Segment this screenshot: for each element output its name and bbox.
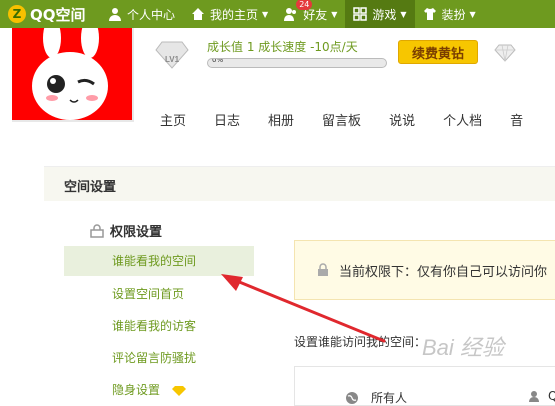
- level-diamond-icon: LV1: [155, 41, 189, 69]
- tab-profile[interactable]: 个人档: [443, 110, 482, 129]
- sidebar-item-stealth[interactable]: 隐身设置: [64, 375, 254, 405]
- growth-info: 成长值 1 成长速度 -10点/天: [207, 40, 358, 54]
- notice-text: 当前权限下：仅有你自己可以访问你: [339, 264, 548, 280]
- permission-notice: 当前权限下：仅有你自己可以访问你: [294, 240, 555, 300]
- watermark-image: Bai 经验: [422, 335, 507, 360]
- nav-games[interactable]: 游戏 ▼: [345, 0, 415, 28]
- yellow-diamond-icon: [171, 385, 186, 396]
- access-prompt: 设置谁能访问我的空间：: [294, 335, 427, 349]
- sidebar-item-who-can-view[interactable]: 谁能看我的空间: [64, 246, 254, 276]
- sidebar-item-anti-harassment[interactable]: 评论留言防骚扰: [64, 343, 254, 373]
- rabbit-avatar-image: [32, 28, 108, 120]
- shirt-icon: [423, 8, 436, 20]
- person-icon: [529, 391, 539, 402]
- sidebar-item-label: 隐身设置: [112, 383, 161, 397]
- logo-text: QQ空间: [30, 5, 86, 24]
- nav-my-homepage[interactable]: 我的主页 ▼: [183, 0, 276, 28]
- option-qq-friends[interactable]: Q: [528, 389, 555, 403]
- notification-badge: 24: [296, 0, 313, 10]
- avatar[interactable]: [12, 28, 134, 122]
- baidu-watermark: Bai 经验: [422, 331, 542, 385]
- home-icon: [192, 8, 205, 20]
- option-everyone[interactable]: 所有人: [345, 389, 407, 406]
- sidebar-item-visitor-visibility[interactable]: 谁能看我的访客: [64, 311, 254, 341]
- qzone-logo[interactable]: Z QQ空间: [0, 0, 100, 28]
- nav-label: 个人中心: [127, 7, 176, 22]
- settings-header-bar: [44, 166, 555, 201]
- globe-icon: [346, 391, 358, 404]
- sidebar-item-homepage-setting[interactable]: 设置空间首页: [64, 279, 254, 309]
- level-label: LV1: [165, 55, 180, 64]
- main-nav: 主页 日志 相册 留言板 说说 个人档 音: [160, 110, 551, 129]
- option-label: 所有人: [371, 391, 408, 405]
- tab-album[interactable]: 相册: [268, 110, 294, 129]
- top-nav-bar: Z QQ空间 个人中心 我的主页 ▼ 24 好友 ▼ 游戏 ▼ 装扮 ▼: [0, 0, 555, 28]
- qzone-logo-icon: Z: [8, 5, 26, 23]
- friends-icon: [284, 8, 297, 21]
- chevron-down-icon: ▼: [469, 9, 476, 19]
- sidebar-section-permissions: 权限设置: [90, 221, 162, 240]
- chevron-down-icon: ▼: [262, 9, 269, 19]
- person-icon: [109, 8, 121, 21]
- nav-label: 游戏: [372, 7, 397, 22]
- nav-personal-center[interactable]: 个人中心: [100, 0, 183, 28]
- nav-label: 我的主页: [210, 7, 259, 22]
- growth-progress-bar: 0%: [207, 58, 387, 68]
- tab-blog[interactable]: 日志: [214, 110, 240, 129]
- lock-icon: [318, 263, 328, 276]
- diamond-icon[interactable]: [494, 44, 516, 62]
- nav-friends[interactable]: 24 好友 ▼: [276, 0, 345, 28]
- tab-home[interactable]: 主页: [160, 110, 186, 129]
- tab-music[interactable]: 音: [510, 110, 523, 129]
- tab-moments[interactable]: 说说: [389, 110, 415, 129]
- nav-decorate[interactable]: 装扮 ▼: [415, 0, 484, 28]
- tab-message-board[interactable]: 留言板: [322, 110, 361, 129]
- lock-icon: [90, 223, 104, 238]
- chevron-down-icon: ▼: [331, 9, 338, 19]
- option-label: Q: [548, 389, 555, 403]
- watermark-text: Bai 经验: [422, 335, 507, 360]
- renew-yellow-diamond-button[interactable]: 续费黄钻: [398, 40, 478, 64]
- chevron-down-icon: ▼: [400, 9, 407, 19]
- section-label: 权限设置: [110, 225, 163, 240]
- grid-icon: [353, 7, 368, 21]
- nav-label: 装扮: [441, 7, 466, 22]
- progress-label: 0%: [212, 58, 224, 64]
- page-title: 空间设置: [64, 180, 117, 195]
